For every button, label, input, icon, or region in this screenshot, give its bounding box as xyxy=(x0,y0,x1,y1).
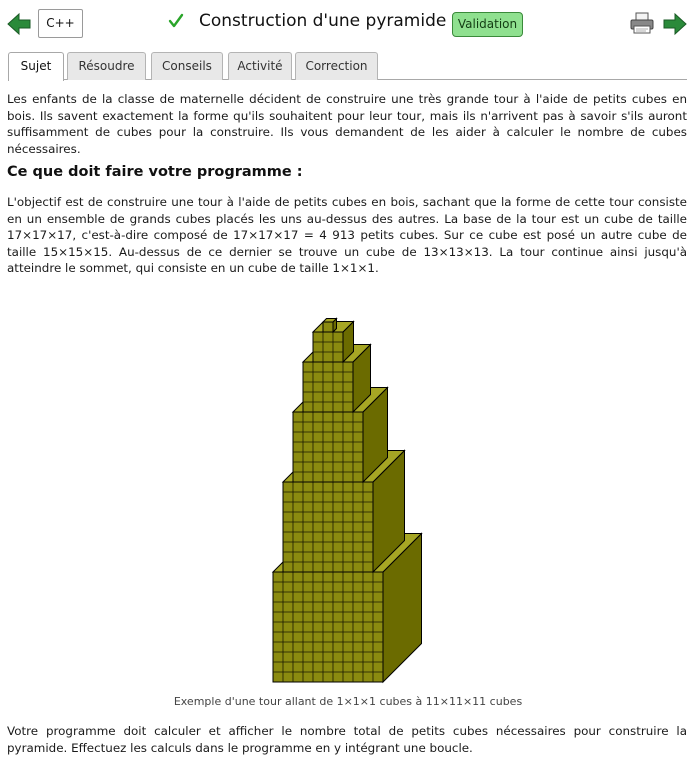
tower-cube xyxy=(321,317,338,334)
tab-resoudre[interactable]: Résoudre xyxy=(67,52,146,80)
tab-conseils[interactable]: Conseils xyxy=(151,52,223,80)
intro-paragraph: Les enfants de la classe de maternelle d… xyxy=(7,92,687,156)
tower-illustration xyxy=(271,317,423,684)
printer-icon[interactable] xyxy=(629,11,655,35)
page-title: Construction d'une pyramide xyxy=(199,11,447,31)
arrow-left-icon[interactable] xyxy=(7,12,31,36)
top-bar: C++ Construction d'une pyramide Validati… xyxy=(0,0,696,48)
final-paragraph: Votre programme doit calculer et affiche… xyxy=(7,724,687,755)
tab-bar: Sujet Résoudre Conseils Activité Correct… xyxy=(8,52,687,81)
section-heading: Ce que doit faire votre programme : xyxy=(7,164,303,180)
arrow-right-icon[interactable] xyxy=(663,12,687,36)
figure-caption: Exemple d'une tour allant de 1×1×1 cubes… xyxy=(173,695,523,708)
checkmark-icon xyxy=(168,13,184,28)
objective-paragraph: L'objectif est de construire une tour à … xyxy=(7,195,687,275)
tab-sujet[interactable]: Sujet xyxy=(8,52,64,81)
validation-badge: Validation xyxy=(452,12,523,37)
tab-correction[interactable]: Correction xyxy=(295,52,378,80)
language-selector[interactable]: C++ xyxy=(38,9,83,38)
tab-activite[interactable]: Activité xyxy=(228,52,292,80)
